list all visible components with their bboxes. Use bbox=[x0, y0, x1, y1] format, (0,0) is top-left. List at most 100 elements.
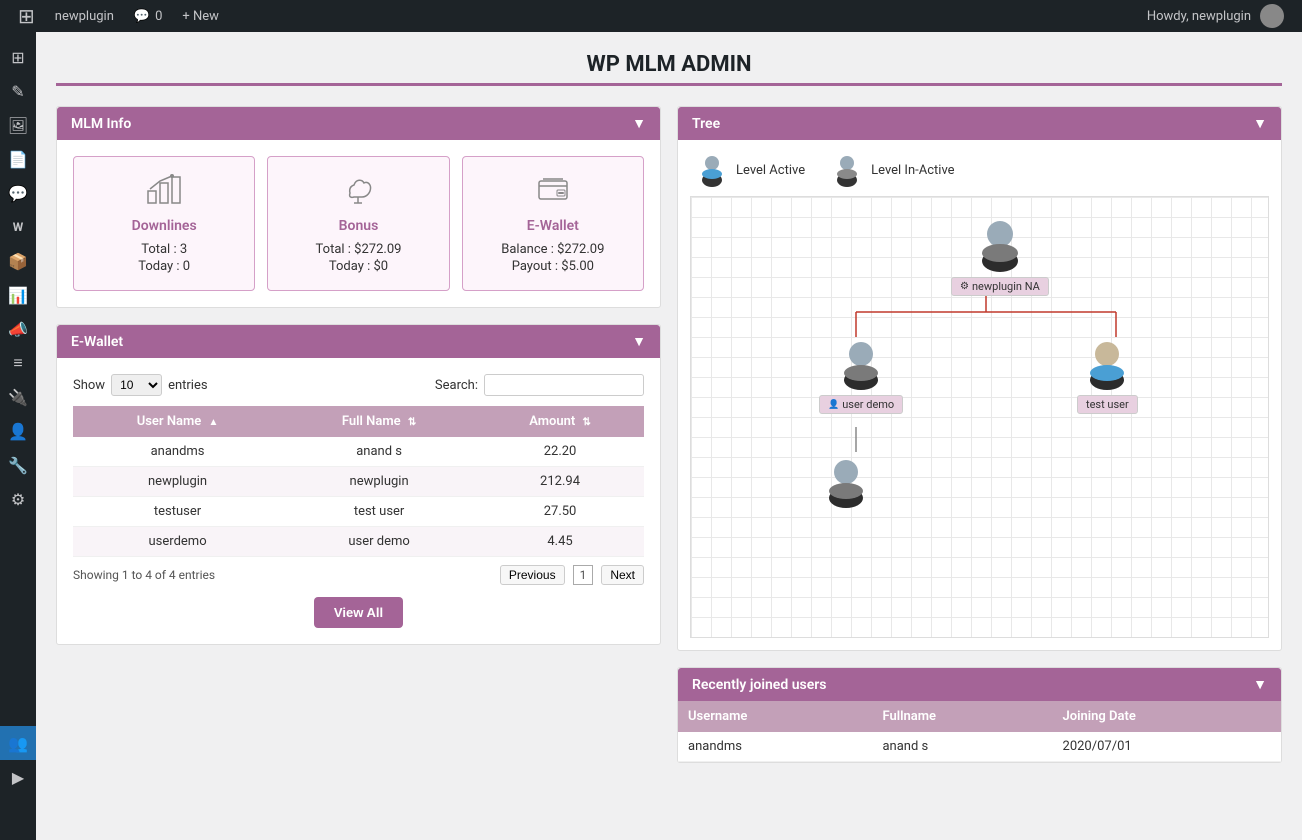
howdy-link[interactable]: Howdy, newplugin bbox=[1137, 0, 1294, 32]
show-label: Show bbox=[73, 378, 105, 393]
test-user-label: test user bbox=[1077, 395, 1138, 414]
site-name-link[interactable]: newplugin bbox=[45, 0, 124, 32]
tree-container: ⚙ newplugin NA bbox=[690, 196, 1269, 638]
downlines-title: Downlines bbox=[86, 218, 242, 234]
ewallet-toggle-icon[interactable]: ▼ bbox=[632, 333, 646, 350]
wp-sidebar: ⊞ ✎ 🖼 📄 💬 W 📦 📊 📣 ≡ 🔌 👤 🔧 ⚙ 👥 ▶ bbox=[0, 32, 36, 840]
admin-bar: ⊞ newplugin 💬 0 + New Howdy, newplugin bbox=[0, 0, 1302, 32]
sidebar-item-marketing[interactable]: 📣 bbox=[0, 312, 36, 346]
table-header: User Name ▲ Full Name ⇅ Amount ⇅ bbox=[73, 406, 644, 437]
page-number: 1 bbox=[573, 565, 594, 585]
sidebar-item-pages2[interactable]: ≡ bbox=[0, 346, 36, 380]
showing-text: Showing 1 to 4 of 4 entries bbox=[73, 568, 215, 582]
tree-title: Tree bbox=[692, 116, 720, 132]
test-user-avatar bbox=[1080, 337, 1134, 391]
tree-node-user-demo: 👤 user demo bbox=[819, 337, 903, 414]
table-body: anandms anand s 22.20 newplugin newplugi… bbox=[73, 437, 644, 557]
cell-username: userdemo bbox=[73, 527, 282, 557]
recently-table-header: Username Fullname Joining Date bbox=[678, 701, 1281, 732]
mlm-info-body: Downlines Total : 3 Today : 0 bbox=[57, 140, 660, 307]
sort-username-icon: ▲ bbox=[209, 417, 219, 428]
dashboard-grid: MLM Info ▼ bbox=[56, 106, 1282, 763]
ewallet-panel: E-Wallet ▼ Show 10 25 50 100 bbox=[56, 324, 661, 645]
col-fullname[interactable]: Full Name ⇅ bbox=[282, 406, 476, 437]
search-box: Search: bbox=[435, 374, 644, 396]
col-rj-username: Username bbox=[678, 701, 872, 732]
entries-select[interactable]: 10 25 50 100 bbox=[111, 374, 162, 396]
downlines-icon bbox=[86, 171, 242, 214]
col-username[interactable]: User Name ▲ bbox=[73, 406, 282, 437]
recently-joined-body: Username Fullname Joining Date anandms a… bbox=[678, 701, 1281, 762]
comments-count: 0 bbox=[155, 9, 162, 24]
sidebar-item-analytics[interactable]: 📊 bbox=[0, 278, 36, 312]
sort-amount-icon: ⇅ bbox=[582, 417, 590, 428]
root-node-label: ⚙ newplugin NA bbox=[951, 277, 1049, 296]
wp-logo-link[interactable]: ⊞ bbox=[8, 0, 45, 32]
search-label: Search: bbox=[435, 378, 478, 393]
ewallet-header: E-Wallet ▼ bbox=[57, 325, 660, 358]
entries-label: entries bbox=[168, 378, 208, 393]
legend-inactive: Level In-Active bbox=[829, 152, 954, 188]
cell-amount: 4.45 bbox=[476, 527, 644, 557]
sidebar-item-mlm[interactable]: 👥 bbox=[0, 726, 36, 760]
prev-button[interactable]: Previous bbox=[500, 565, 565, 585]
view-all-button[interactable]: View All bbox=[314, 597, 403, 628]
sidebar-item-tools[interactable]: 🔧 bbox=[0, 448, 36, 482]
tree-header: Tree ▼ bbox=[678, 107, 1281, 140]
sidebar-item-pages[interactable]: 📄 bbox=[0, 142, 36, 176]
tree-panel: Tree ▼ Level Active bbox=[677, 106, 1282, 651]
wp-logo-icon: ⊞ bbox=[18, 4, 35, 28]
howdy-text: Howdy, newplugin bbox=[1147, 9, 1251, 24]
sidebar-item-users[interactable]: 👤 bbox=[0, 414, 36, 448]
cell-username: newplugin bbox=[73, 467, 282, 497]
rj-username: anandms bbox=[678, 732, 872, 762]
col-amount[interactable]: Amount ⇅ bbox=[476, 406, 644, 437]
sidebar-item-dashboard[interactable]: ⊞ bbox=[0, 40, 36, 74]
legend-active-label: Level Active bbox=[736, 163, 805, 178]
recently-joined-toggle-icon[interactable]: ▼ bbox=[1253, 676, 1267, 693]
root-avatar bbox=[971, 215, 1029, 273]
sort-fullname-icon: ⇅ bbox=[408, 417, 416, 428]
next-button[interactable]: Next bbox=[601, 565, 644, 585]
user-demo-label: 👤 user demo bbox=[819, 395, 903, 414]
table-row: newplugin newplugin 212.94 bbox=[73, 467, 644, 497]
bonus-total: Total : $272.09 bbox=[280, 242, 436, 257]
sidebar-item-posts[interactable]: ✎ bbox=[0, 74, 36, 108]
sidebar-item-comments[interactable]: 💬 bbox=[0, 176, 36, 210]
mlm-cards: Downlines Total : 3 Today : 0 bbox=[73, 156, 644, 291]
cell-fullname: user demo bbox=[282, 527, 476, 557]
tree-toggle-icon[interactable]: ▼ bbox=[1253, 115, 1267, 132]
downlines-today: Today : 0 bbox=[86, 259, 242, 274]
active-person-icon bbox=[694, 152, 730, 188]
tree-node-child bbox=[819, 455, 873, 509]
sidebar-item-woo[interactable]: W bbox=[0, 210, 36, 244]
new-content-link[interactable]: + New bbox=[172, 0, 229, 32]
sidebar-item-plugins[interactable]: 🔌 bbox=[0, 380, 36, 414]
ewallet-table: User Name ▲ Full Name ⇅ Amount ⇅ bbox=[73, 406, 644, 557]
search-input[interactable] bbox=[484, 374, 644, 396]
child-avatar bbox=[819, 455, 873, 509]
ewallet-card: E-Wallet Balance : $272.09 Payout : $5.0… bbox=[462, 156, 644, 291]
sidebar-item-video[interactable]: ▶ bbox=[0, 760, 36, 794]
sidebar-item-settings[interactable]: ⚙ bbox=[0, 482, 36, 516]
cell-fullname: test user bbox=[282, 497, 476, 527]
right-column: Tree ▼ Level Active bbox=[677, 106, 1282, 763]
downlines-total: Total : 3 bbox=[86, 242, 242, 257]
comments-link[interactable]: 💬 0 bbox=[124, 0, 173, 32]
cell-fullname: anand s bbox=[282, 437, 476, 467]
cell-fullname: newplugin bbox=[282, 467, 476, 497]
recently-table-body: anandms anand s 2020/07/01 bbox=[678, 732, 1281, 762]
recently-joined-title: Recently joined users bbox=[692, 677, 826, 693]
pagination: Previous 1 Next bbox=[500, 565, 644, 585]
bonus-card: Bonus Total : $272.09 Today : $0 bbox=[267, 156, 449, 291]
bonus-today: Today : $0 bbox=[280, 259, 436, 274]
mlm-info-toggle-icon[interactable]: ▼ bbox=[632, 115, 646, 132]
table-row: userdemo user demo 4.45 bbox=[73, 527, 644, 557]
cell-amount: 22.20 bbox=[476, 437, 644, 467]
cell-username: anandms bbox=[73, 437, 282, 467]
mlm-info-panel: MLM Info ▼ bbox=[56, 106, 661, 308]
sidebar-item-media[interactable]: 🖼 bbox=[0, 108, 36, 142]
cell-amount: 27.50 bbox=[476, 497, 644, 527]
sidebar-item-products[interactable]: 📦 bbox=[0, 244, 36, 278]
recently-joined-table: Username Fullname Joining Date anandms a… bbox=[678, 701, 1281, 762]
